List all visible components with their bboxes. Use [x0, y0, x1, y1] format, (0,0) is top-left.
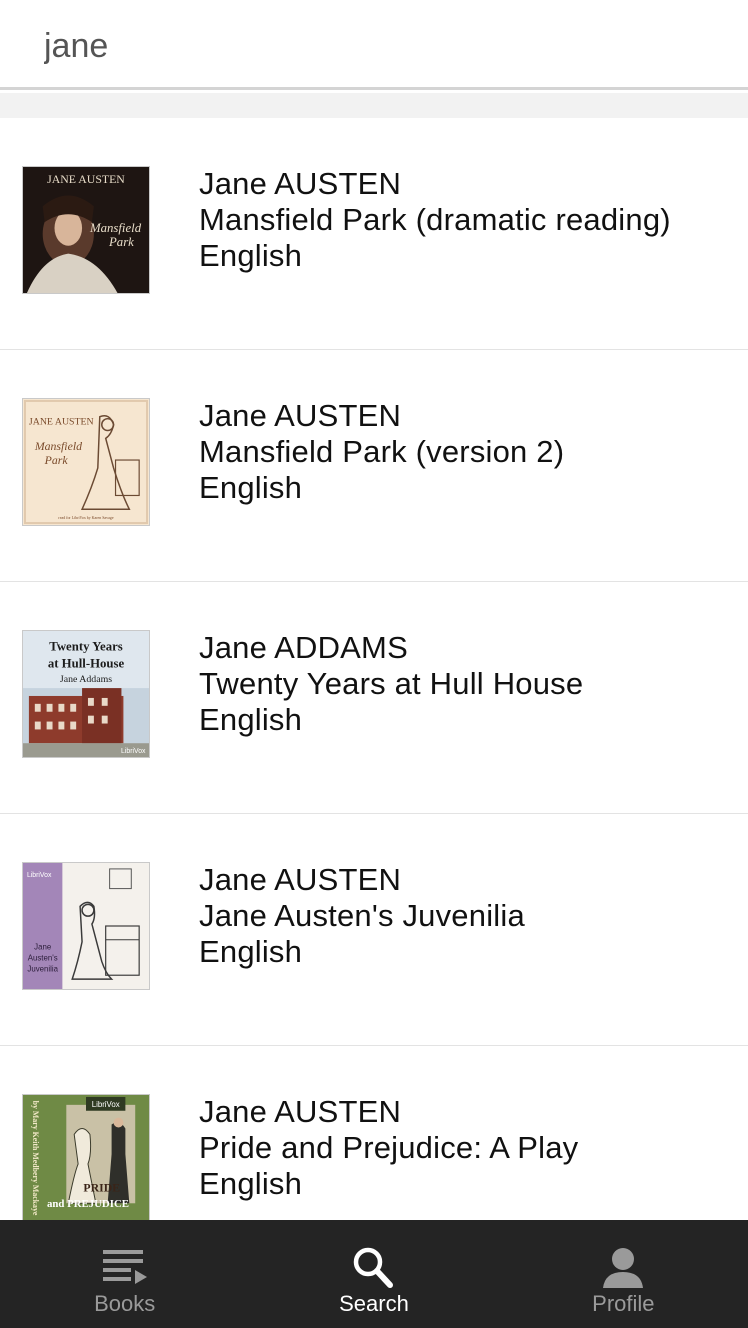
cover-text: LibriVox: [121, 748, 146, 755]
cover-text: Jane Addams: [60, 674, 112, 685]
book-author: Jane ADDAMS: [199, 630, 408, 665]
book-author: Jane AUSTEN: [199, 1094, 402, 1129]
book-meta: Jane AUSTEN Mansfield Park (version 2) E…: [199, 398, 728, 506]
cover-text: at Hull-House: [48, 656, 125, 670]
list-icon: [102, 1250, 147, 1284]
result-item[interactable]: JANE AUSTEN Mansfield Park read for Libr…: [0, 350, 748, 582]
tab-books[interactable]: Books: [0, 1220, 249, 1328]
book-language: English: [199, 1166, 303, 1201]
cover-text: Austen's: [28, 953, 58, 962]
book-meta: Jane AUSTEN Mansfield Park (dramatic rea…: [199, 166, 728, 274]
cover-text: JANE AUSTEN: [29, 417, 94, 428]
search-input[interactable]: [44, 20, 704, 72]
cover-text: by Mary Keith Medbery Mackaye: [31, 1101, 40, 1216]
book-meta: Jane ADDAMS Twenty Years at Hull House E…: [199, 630, 728, 738]
book-language: English: [199, 238, 303, 273]
book-author: Jane AUSTEN: [199, 166, 402, 201]
book-language: English: [199, 934, 303, 969]
tab-search[interactable]: Search: [249, 1220, 498, 1328]
book-title: Mansfield Park (dramatic reading): [199, 202, 671, 237]
book-title: Twenty Years at Hull House: [199, 666, 584, 701]
cover-text: Twenty Years: [49, 640, 123, 654]
tab-profile[interactable]: Profile: [499, 1220, 748, 1328]
book-title: Mansfield Park (version 2): [199, 434, 565, 469]
result-item[interactable]: Twenty Years at Hull-House Jane Addams L…: [0, 582, 748, 814]
svg-text:Mansfield: Mansfield: [89, 221, 142, 235]
result-item[interactable]: LibriVox Jane Austen's Juvenilia Jane AU…: [0, 814, 748, 1046]
book-meta: Jane AUSTEN Jane Austen's Juvenilia Engl…: [199, 862, 728, 970]
search-bar: [0, 0, 748, 90]
cover-text: LibriVox: [27, 872, 52, 879]
svg-text:Mansfield: Mansfield: [34, 439, 82, 453]
tab-label: Books: [94, 1291, 156, 1316]
cover-text: PRIDE: [83, 1180, 120, 1194]
svg-text:Park: Park: [44, 453, 69, 467]
results-separator: [0, 93, 748, 118]
cover-text: JANE AUSTEN: [47, 172, 125, 186]
book-language: English: [199, 702, 303, 737]
book-language: English: [199, 470, 303, 505]
result-item[interactable]: LibriVox by Mary Keith Medbery Mackaye P…: [0, 1046, 748, 1220]
book-author: Jane AUSTEN: [199, 862, 402, 897]
book-cover: Twenty Years at Hull-House Jane Addams L…: [22, 630, 150, 758]
cover-text: LibriVox: [92, 1100, 120, 1109]
book-cover: JANE AUSTEN Mansfield Park read for Libr…: [22, 398, 150, 526]
book-title: Jane Austen's Juvenilia: [199, 898, 525, 933]
cover-text: Jane: [34, 943, 52, 952]
tab-bar: Books Search Profile: [0, 1220, 748, 1328]
tab-label: Search: [339, 1291, 409, 1316]
book-meta: Jane AUSTEN Pride and Prejudice: A Play …: [199, 1094, 728, 1202]
tab-label: Profile: [592, 1291, 655, 1316]
book-author: Jane AUSTEN: [199, 398, 402, 433]
book-cover: JANE AUSTEN Mansfield Park: [22, 166, 150, 294]
book-cover: LibriVox by Mary Keith Medbery Mackaye P…: [22, 1094, 150, 1220]
svg-text:Park: Park: [108, 235, 134, 249]
book-title: Pride and Prejudice: A Play: [199, 1130, 579, 1165]
results-list[interactable]: JANE AUSTEN Mansfield Park Jane AUSTEN M…: [0, 118, 748, 1220]
svg-text:read for LibriVox by Karen Sav: read for LibriVox by Karen Savage: [58, 515, 113, 520]
book-cover: LibriVox Jane Austen's Juvenilia: [22, 862, 150, 990]
cover-text: Juvenilia: [27, 964, 58, 973]
search-icon: [353, 1247, 393, 1288]
cover-text: and PREJUDICE: [47, 1198, 129, 1210]
result-item[interactable]: JANE AUSTEN Mansfield Park Jane AUSTEN M…: [0, 118, 748, 350]
person-icon: [603, 1248, 644, 1288]
